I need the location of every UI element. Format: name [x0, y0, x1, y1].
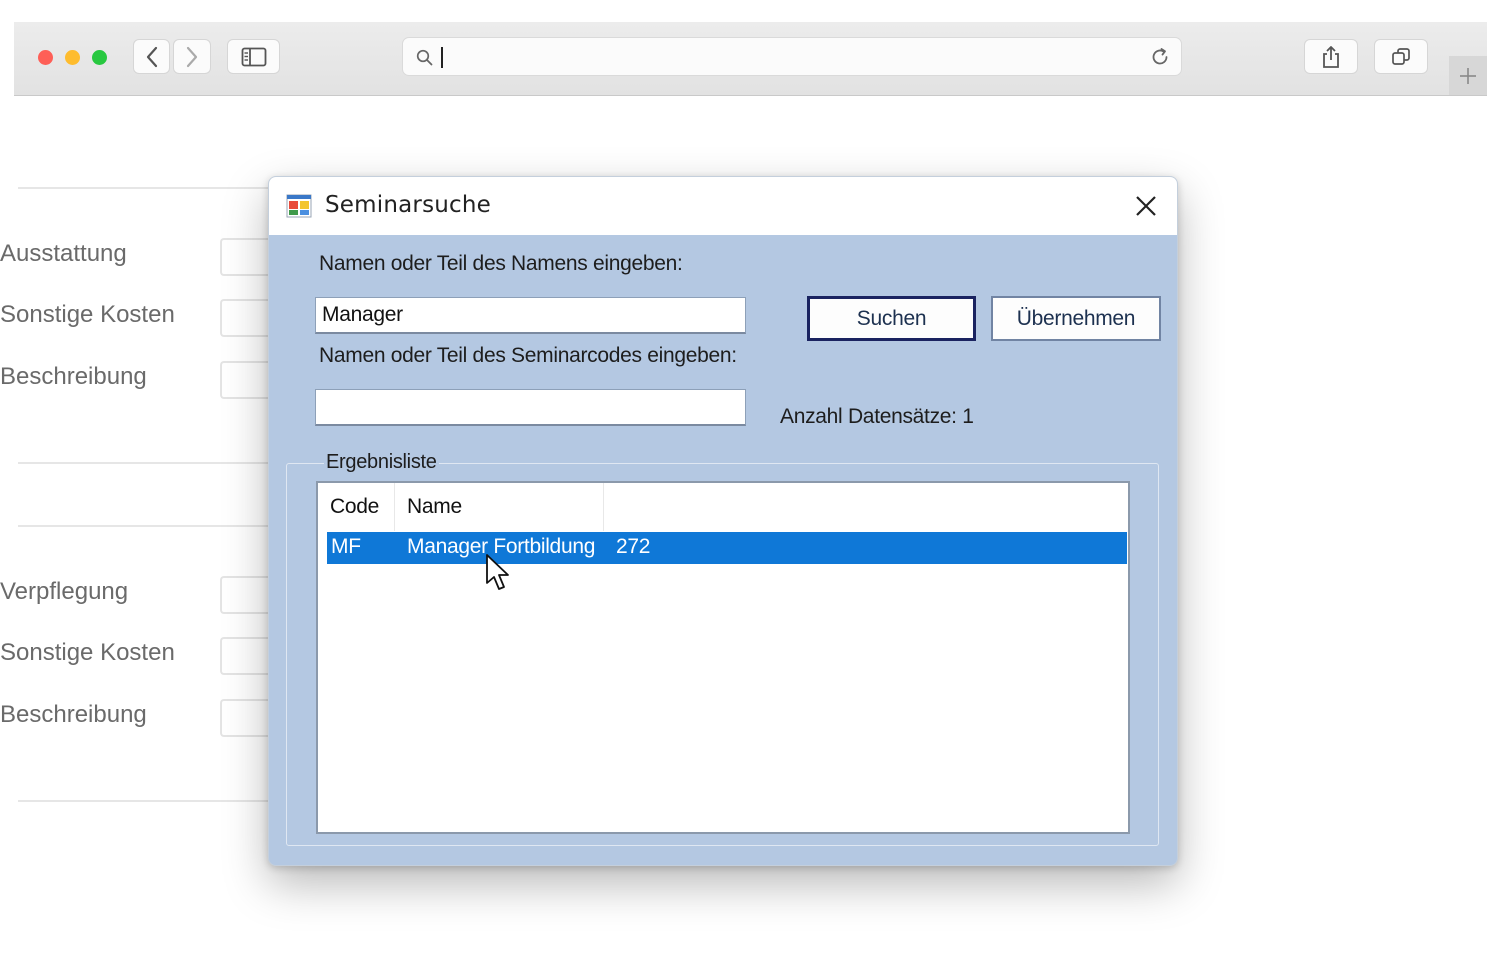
seminar-search-dialog: Seminarsuche Namen oder Teil des Namens … [268, 176, 1178, 866]
zoom-window-button[interactable] [92, 50, 107, 65]
cell-extra: 272 [616, 535, 651, 558]
label-beschreibung-1: Beschreibung [0, 363, 147, 390]
dialog-titlebar: Seminarsuche [269, 177, 1177, 235]
divider [18, 800, 268, 802]
divider [18, 462, 268, 464]
cell-name: Manager Fortbildung [407, 535, 596, 558]
column-header-name[interactable]: Name [395, 483, 604, 531]
name-prompt-label: Namen oder Teil des Namens eingeben: [319, 252, 683, 275]
code-search-input[interactable] [315, 389, 746, 426]
record-count-label: Anzahl Datensätze: 1 [780, 405, 974, 428]
minimize-window-button[interactable] [65, 50, 80, 65]
divider [18, 525, 268, 527]
search-icon [416, 49, 433, 66]
app-window-icon [286, 194, 312, 218]
results-listview[interactable]: Code Name MF Manager Fortbildung 272 [316, 481, 1130, 834]
close-icon [1136, 196, 1156, 216]
text-cursor [441, 47, 443, 68]
column-header-code[interactable]: Code [318, 483, 395, 531]
sidebar-icon [241, 47, 266, 66]
label-sonstige-kosten-2: Sonstige Kosten [0, 639, 175, 666]
divider [18, 187, 268, 189]
back-button[interactable] [133, 39, 170, 74]
dialog-close-button[interactable] [1129, 189, 1163, 223]
new-tab-button[interactable] [1449, 56, 1487, 95]
listview-header: Code Name [318, 483, 1128, 531]
share-button[interactable] [1304, 39, 1358, 74]
address-bar[interactable] [402, 37, 1182, 76]
tabs-overview-button[interactable] [1374, 39, 1428, 74]
chevron-right-icon [186, 46, 198, 67]
close-window-button[interactable] [38, 50, 53, 65]
label-verpflegung: Verpflegung [0, 578, 129, 605]
label-ausstattung: Ausstattung [0, 240, 127, 267]
table-row-selected[interactable]: MF Manager Fortbildung 272 [327, 532, 1127, 564]
name-search-input[interactable] [315, 297, 746, 334]
tabs-icon [1392, 47, 1410, 65]
column-header-extra[interactable] [604, 483, 1128, 531]
results-group-title: Ergebnisliste [324, 451, 439, 474]
reload-icon[interactable] [1149, 46, 1171, 68]
dialog-title: Seminarsuche [325, 192, 492, 218]
chevron-left-icon [146, 46, 157, 67]
apply-button[interactable]: Übernehmen [991, 296, 1161, 341]
search-button[interactable]: Suchen [807, 296, 976, 341]
browser-toolbar [14, 22, 1487, 96]
plus-icon [1460, 67, 1476, 84]
share-icon [1323, 45, 1339, 68]
code-prompt-label: Namen oder Teil des Seminarcodes eingebe… [319, 344, 737, 367]
forward-button[interactable] [173, 39, 211, 74]
sidebar-button[interactable] [227, 39, 280, 74]
label-sonstige-kosten-1: Sonstige Kosten [0, 301, 175, 328]
cell-code: MF [331, 535, 361, 558]
label-beschreibung-2: Beschreibung [0, 701, 147, 728]
